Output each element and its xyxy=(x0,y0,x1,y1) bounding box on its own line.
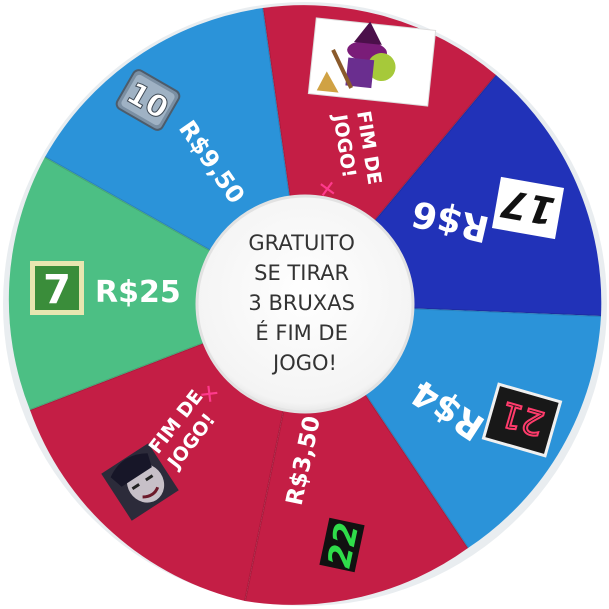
center-line-2: SE TIRAR xyxy=(254,261,349,285)
center-line-4: É FIM DE xyxy=(255,320,347,345)
center-line-1: GRATUITO xyxy=(248,231,355,255)
prize-wheel[interactable]: 10 R$9,50 FIM DE JOGO! ✕ 17 R$6 21 R$4 R… xyxy=(0,0,609,609)
badge-7-number: 7 xyxy=(43,267,71,313)
witch-image xyxy=(307,17,437,107)
badge-7: 7 xyxy=(30,261,84,315)
prize-r25-label: R$25 xyxy=(95,275,181,310)
badge-17: 17 xyxy=(491,176,565,240)
center-line-5: JOGO! xyxy=(271,351,337,375)
center-line-3: 3 BRUXAS xyxy=(248,291,355,315)
badge-17-number: 17 xyxy=(498,181,558,234)
